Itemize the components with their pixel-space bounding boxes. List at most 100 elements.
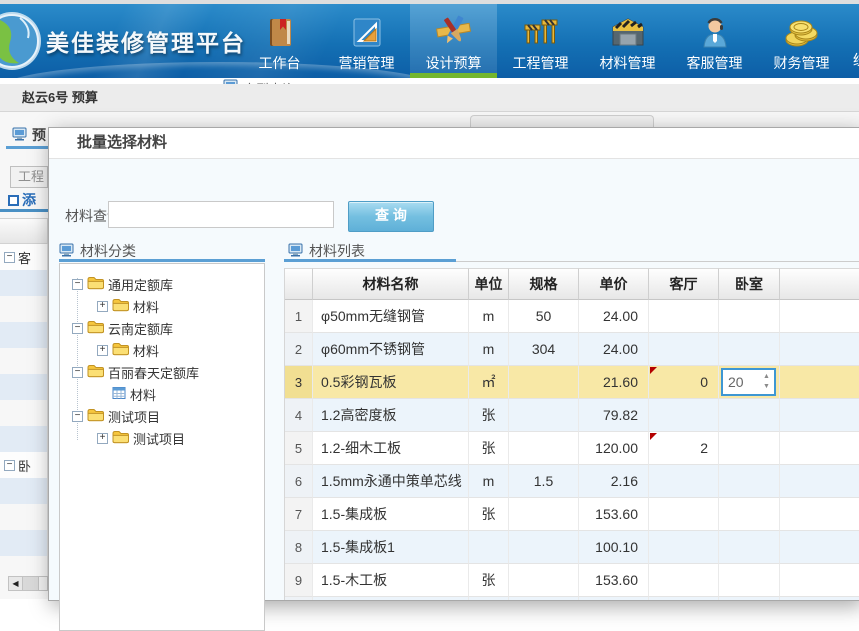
cell-living-room[interactable]: 0 bbox=[649, 366, 719, 399]
cell-living-room[interactable]: 2 bbox=[649, 432, 719, 465]
cell-living-room[interactable] bbox=[649, 564, 719, 597]
table-row[interactable]: 2φ60mm不锈钢管m30424.00 bbox=[285, 333, 859, 366]
cell-bedroom[interactable] bbox=[719, 333, 780, 366]
column-header-6[interactable]: 卧室 bbox=[719, 268, 780, 300]
collapse-icon[interactable]: − bbox=[72, 323, 83, 334]
nav-item-1[interactable]: 工作台 bbox=[236, 4, 323, 78]
cell-bedroom[interactable] bbox=[719, 300, 780, 333]
cell-bedroom[interactable] bbox=[719, 498, 780, 531]
cell-unit-price: 24.00 bbox=[579, 333, 649, 366]
cell-living-room[interactable] bbox=[649, 498, 719, 531]
table-row[interactable]: 41.2高密度板张79.82 bbox=[285, 399, 859, 432]
material-category-tree: −通用定额库+材料−云南定额库+材料−百丽春天定额库材料−测试项目+测试项目 bbox=[59, 263, 265, 631]
expand-icon[interactable]: + bbox=[97, 301, 108, 312]
cell-bedroom[interactable] bbox=[719, 531, 780, 564]
table-row[interactable]: 91.5-木工板张153.60 bbox=[285, 564, 859, 597]
nav-overflow-partial[interactable]: 统 bbox=[853, 50, 859, 70]
cell-living-room[interactable] bbox=[649, 465, 719, 498]
background-grid-row bbox=[0, 374, 48, 400]
cell-bedroom[interactable] bbox=[719, 399, 780, 432]
background-group-label: 客 bbox=[18, 248, 31, 267]
cell-spec bbox=[509, 564, 579, 597]
folder-icon bbox=[87, 320, 104, 337]
table-row[interactable]: 51.2-细木工板张120.002 bbox=[285, 432, 859, 465]
nav-item-2[interactable]: 营销管理 bbox=[323, 4, 410, 78]
tree-item-3[interactable]: −云南定额库 bbox=[60, 317, 264, 339]
cell-bedroom[interactable] bbox=[719, 564, 780, 597]
background-grid-row bbox=[0, 504, 48, 530]
cell-living-room[interactable] bbox=[649, 333, 719, 366]
cell-extra bbox=[780, 333, 859, 366]
background-group-label: 卧 bbox=[18, 456, 31, 475]
column-header-4[interactable]: 单价 bbox=[579, 268, 649, 300]
cell-unit bbox=[469, 531, 509, 564]
tree-item-8[interactable]: +测试项目 bbox=[60, 427, 264, 449]
material-category-header: 材料分类 bbox=[59, 241, 136, 261]
collapse-icon[interactable]: − bbox=[72, 279, 83, 290]
cell-row-number: 7 bbox=[285, 498, 313, 531]
background-tab-add-label: 添 bbox=[22, 190, 36, 210]
nav-item-5[interactable]: 材料管理 bbox=[584, 4, 671, 78]
cell-row-number: 4 bbox=[285, 399, 313, 432]
bedroom-quantity-spinner[interactable]: ▲▼ bbox=[721, 368, 776, 396]
table-header-row: 材料名称单位规格单价客厅卧室 bbox=[285, 268, 859, 300]
scrollbar-thumb[interactable] bbox=[23, 577, 39, 590]
tree-item-7[interactable]: −测试项目 bbox=[60, 405, 264, 427]
horizontal-scrollbar[interactable]: ◀ bbox=[8, 576, 48, 591]
collapse-icon[interactable]: − bbox=[4, 252, 15, 263]
edited-cell-marker bbox=[650, 433, 657, 440]
collapse-icon[interactable]: − bbox=[72, 411, 83, 422]
nav-item-6[interactable]: 客服管理 bbox=[671, 4, 758, 78]
list-header-line bbox=[456, 261, 859, 262]
cell-row-number: 2 bbox=[285, 333, 313, 366]
spinner-down-icon[interactable]: ▼ bbox=[763, 384, 770, 390]
table-row[interactable]: 81.5-集成板1100.10 bbox=[285, 531, 859, 564]
design-budget-icon bbox=[434, 12, 474, 50]
nav-item-label: 客服管理 bbox=[687, 53, 743, 73]
search-button[interactable]: 查 询 bbox=[348, 201, 434, 232]
table-row[interactable]: 1φ50mm无缝钢管m5024.00 bbox=[285, 300, 859, 333]
background-tab-budget[interactable]: 预 bbox=[12, 125, 46, 145]
cell-extra bbox=[780, 300, 859, 333]
table-row[interactable]: 71.5-集成板张153.60 bbox=[285, 498, 859, 531]
nav-item-4[interactable]: 工程管理 bbox=[497, 4, 584, 78]
tree-item-6[interactable]: 材料 bbox=[60, 383, 264, 405]
column-header-1[interactable]: 材料名称 bbox=[313, 268, 469, 300]
top-navigation-bar: 美佳装修管理平台 工作台营销管理设计预算工程管理材料管理客服管理财务管理 统 bbox=[0, 4, 859, 78]
cell-bedroom[interactable] bbox=[719, 432, 780, 465]
cell-bedroom[interactable]: ▲▼ bbox=[719, 366, 780, 399]
cell-living-room[interactable] bbox=[649, 531, 719, 564]
nav-item-7[interactable]: 财务管理 bbox=[758, 4, 845, 78]
cell-unit-price: 21.60 bbox=[579, 366, 649, 399]
cell-bedroom[interactable] bbox=[719, 465, 780, 498]
material-search-input[interactable] bbox=[108, 201, 334, 228]
table-row[interactable]: 30.5彩钢瓦板㎡21.600▲▼ bbox=[285, 366, 859, 399]
material-category-title: 材料分类 bbox=[80, 241, 136, 261]
cell-extra bbox=[780, 465, 859, 498]
tree-item-5[interactable]: −百丽春天定额库 bbox=[60, 361, 264, 383]
collapse-icon[interactable]: − bbox=[72, 367, 83, 378]
expand-icon[interactable]: + bbox=[97, 345, 108, 356]
cell-living-room[interactable] bbox=[649, 399, 719, 432]
bedroom-quantity-input[interactable] bbox=[723, 370, 759, 394]
collapse-icon[interactable]: − bbox=[4, 460, 15, 471]
cell-row-number: 9 bbox=[285, 564, 313, 597]
spinner-up-icon[interactable]: ▲ bbox=[763, 374, 770, 380]
column-header-2[interactable]: 单位 bbox=[469, 268, 509, 300]
tree-item-4[interactable]: +材料 bbox=[60, 339, 264, 361]
scroll-left-arrow-icon[interactable]: ◀ bbox=[9, 577, 23, 590]
background-button-partial[interactable]: 工程 bbox=[10, 166, 48, 188]
background-tab-add[interactable]: 添 bbox=[8, 190, 36, 210]
nav-item-3[interactable]: 设计预算 bbox=[410, 4, 497, 78]
background-tab-budget-label: 预 bbox=[32, 125, 46, 145]
expand-icon[interactable]: + bbox=[97, 433, 108, 444]
tree-item-2[interactable]: +材料 bbox=[60, 295, 264, 317]
monitor-icon bbox=[288, 243, 303, 260]
cell-living-room[interactable] bbox=[649, 300, 719, 333]
table-row[interactable]: 61.5mm永通中策单芯线m1.52.16 bbox=[285, 465, 859, 498]
batch-select-material-dialog: 批量选择材料 材料查询 查 询 材料分类 材料列表 −通用定额库+材料−云南定额… bbox=[48, 127, 859, 601]
checkbox-icon bbox=[8, 195, 19, 206]
tree-item-1[interactable]: −通用定额库 bbox=[60, 273, 264, 295]
column-header-3[interactable]: 规格 bbox=[509, 268, 579, 300]
column-header-5[interactable]: 客厅 bbox=[649, 268, 719, 300]
